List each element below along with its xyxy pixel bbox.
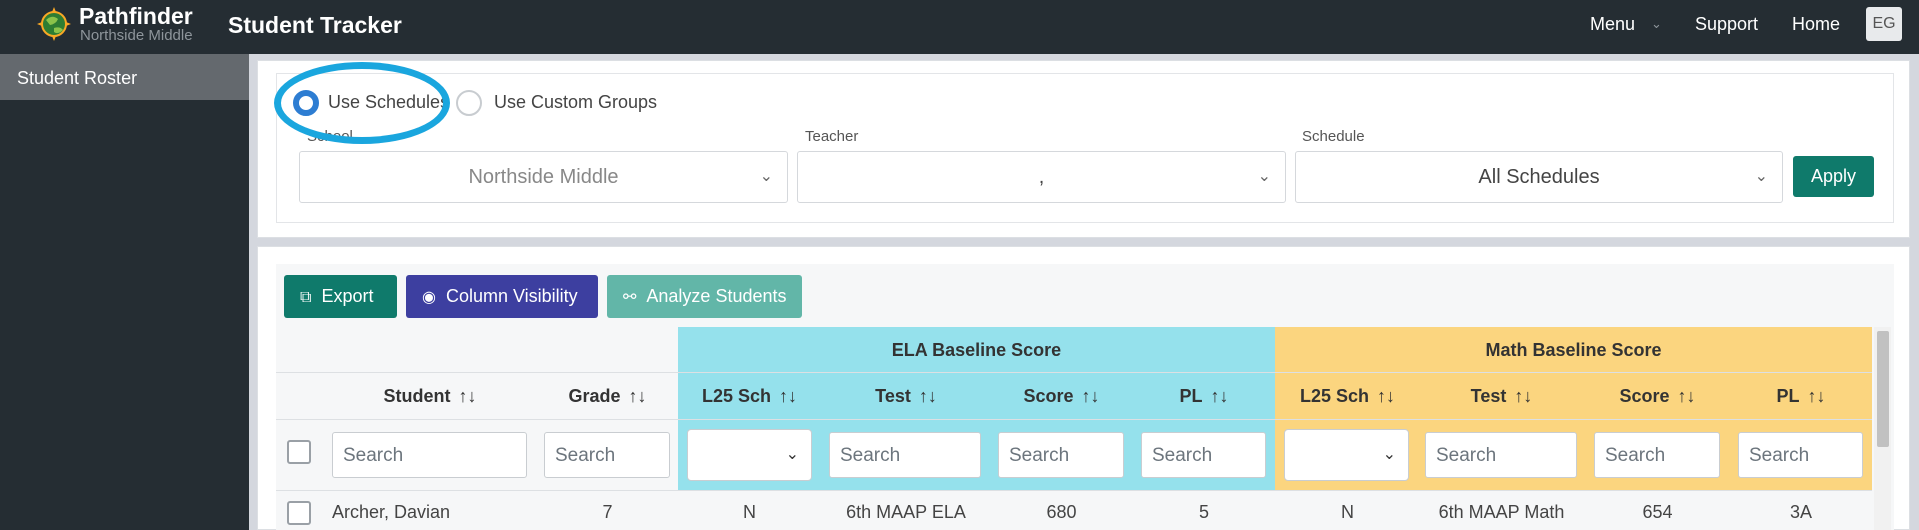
sidebar: Student Roster (0, 54, 249, 530)
external-link-icon: ⧉ (300, 289, 312, 306)
select-all-checkbox[interactable] (287, 440, 311, 464)
column-header-math-score[interactable]: Score ↑↓ (1595, 386, 1720, 407)
column-header-ela-pl[interactable]: PL ↑↓ (1141, 386, 1267, 407)
cell-student[interactable]: Archer, Davian (332, 502, 450, 523)
app-title[interactable]: Student Tracker (228, 12, 402, 39)
sort-icon: ↑↓ (628, 386, 647, 406)
top-navbar: Pathfinder Northside Middle Student Trac… (0, 0, 1919, 54)
column-header-ela-score[interactable]: Score ↑↓ (999, 386, 1124, 407)
eye-icon: ◉ (422, 289, 436, 306)
chevron-down-icon: ⌄ (1754, 168, 1768, 185)
users-icon: ⚯ (623, 289, 637, 306)
school-value: Northside Middle (468, 166, 619, 188)
sort-icon: ↑↓ (458, 386, 477, 406)
nav-home-link[interactable]: Home (1792, 14, 1840, 35)
cell-ela-pl: 5 (1198, 502, 1209, 522)
search-student-input[interactable]: Search (332, 432, 527, 478)
cell-math-test: 6th MAAP Math (1438, 502, 1565, 522)
search-ela-pl-input[interactable]: Search (1141, 432, 1266, 478)
analyze-students-label: Analyze Students (646, 286, 787, 306)
use-custom-groups-radio[interactable] (456, 90, 482, 116)
search-math-pl-input[interactable]: Search (1738, 432, 1863, 478)
sort-icon: ↑↓ (1377, 386, 1396, 406)
cell-ela-score: 680 (1046, 502, 1077, 522)
globe-logo-icon (37, 7, 71, 41)
school-select[interactable]: Northside Middle ⌄ (299, 151, 788, 203)
search-ela-test-input[interactable]: Search (829, 432, 981, 478)
math-group-header: Math Baseline Score (1485, 340, 1662, 360)
cell-ela-test: 6th MAAP ELA (846, 502, 966, 522)
brand-name[interactable]: Pathfinder (79, 3, 193, 30)
column-header-label: Test (875, 386, 911, 406)
cell-math-score: 654 (1642, 502, 1673, 522)
column-header-label: Test (1470, 386, 1507, 406)
column-header-label: Score (1023, 386, 1074, 406)
column-visibility-button[interactable]: ◉ Column Visibility (406, 275, 598, 318)
column-header-label: Score (1619, 386, 1670, 406)
search-grade-input[interactable]: Search (544, 432, 670, 478)
sort-icon: ↑↓ (1677, 386, 1696, 406)
chevron-down-icon: ⌄ (1382, 446, 1396, 463)
chevron-down-icon: ⌄ (785, 446, 799, 463)
use-custom-groups-label[interactable]: Use Custom Groups (494, 92, 657, 113)
row-checkbox[interactable] (287, 501, 311, 525)
column-header-grade[interactable]: Grade ↑↓ (545, 386, 670, 407)
column-header-label: Grade (568, 386, 621, 406)
column-header-ela-test[interactable]: Test ↑↓ (830, 386, 982, 407)
scrollbar-thumb[interactable] (1877, 331, 1889, 447)
search-ela-score-input[interactable]: Search (998, 432, 1124, 478)
teacher-value: , (1038, 166, 1045, 188)
column-header-label: L25 Sch (701, 386, 772, 406)
divider (276, 419, 1872, 420)
math-l25-filter-select[interactable]: ⌄ (1284, 429, 1409, 481)
chevron-down-icon: ⌄ (1257, 168, 1271, 185)
sort-icon: ↑↓ (918, 386, 937, 406)
column-header-label: L25 Sch (1299, 386, 1370, 406)
cell-math-pl: 3A (1789, 502, 1813, 522)
export-button[interactable]: ⧉ Export (284, 275, 397, 318)
divider (276, 372, 1872, 373)
teacher-label: Teacher (805, 128, 859, 145)
highlight-annotation (274, 62, 450, 144)
sort-icon: ↑↓ (1081, 386, 1100, 406)
column-header-math-pl[interactable]: PL ↑↓ (1738, 386, 1864, 407)
export-label: Export (321, 286, 374, 306)
sort-icon: ↑↓ (1514, 386, 1533, 406)
analyze-students-button[interactable]: ⚯ Analyze Students (607, 275, 802, 318)
column-visibility-label: Column Visibility (445, 286, 578, 306)
schedule-label: Schedule (1302, 128, 1365, 145)
search-math-test-input[interactable]: Search (1425, 432, 1577, 478)
sort-icon: ↑↓ (1807, 386, 1826, 406)
ela-l25-filter-select[interactable]: ⌄ (687, 429, 812, 481)
schedule-value: All Schedules (1478, 166, 1600, 188)
sidebar-item-student-roster[interactable]: Student Roster (0, 54, 249, 100)
cell-math-l25: N (1341, 502, 1354, 522)
sort-icon: ↑↓ (1210, 386, 1229, 406)
user-avatar[interactable]: EG (1866, 7, 1902, 41)
column-header-math-test[interactable]: Test ↑↓ (1426, 386, 1577, 407)
column-header-math-l25[interactable]: L25 Sch ↑↓ (1284, 386, 1411, 407)
ela-group-header: ELA Baseline Score (891, 340, 1062, 360)
column-header-label: Student (383, 386, 451, 406)
teacher-select[interactable]: , ⌄ (797, 151, 1286, 203)
cell-grade: 7 (602, 502, 613, 522)
nav-support-link[interactable]: Support (1695, 14, 1758, 35)
column-header-label: PL (1776, 386, 1800, 406)
divider (276, 490, 1872, 491)
apply-button[interactable]: Apply (1793, 156, 1874, 197)
menu-dropdown[interactable]: Menu ⌄ (1590, 14, 1662, 35)
column-header-label: PL (1179, 386, 1203, 406)
brand-subtitle: Northside Middle (80, 27, 193, 44)
menu-label: Menu (1590, 14, 1636, 34)
cell-ela-l25: N (743, 502, 756, 522)
chevron-down-icon: ⌄ (1651, 16, 1662, 31)
column-header-student[interactable]: Student ↑↓ (330, 386, 530, 407)
column-header-ela-l25[interactable]: L25 Sch ↑↓ (686, 386, 813, 407)
sort-icon: ↑↓ (779, 386, 798, 406)
chevron-down-icon: ⌄ (759, 168, 773, 185)
schedule-select[interactable]: All Schedules ⌄ (1295, 151, 1783, 203)
search-math-score-input[interactable]: Search (1594, 432, 1720, 478)
